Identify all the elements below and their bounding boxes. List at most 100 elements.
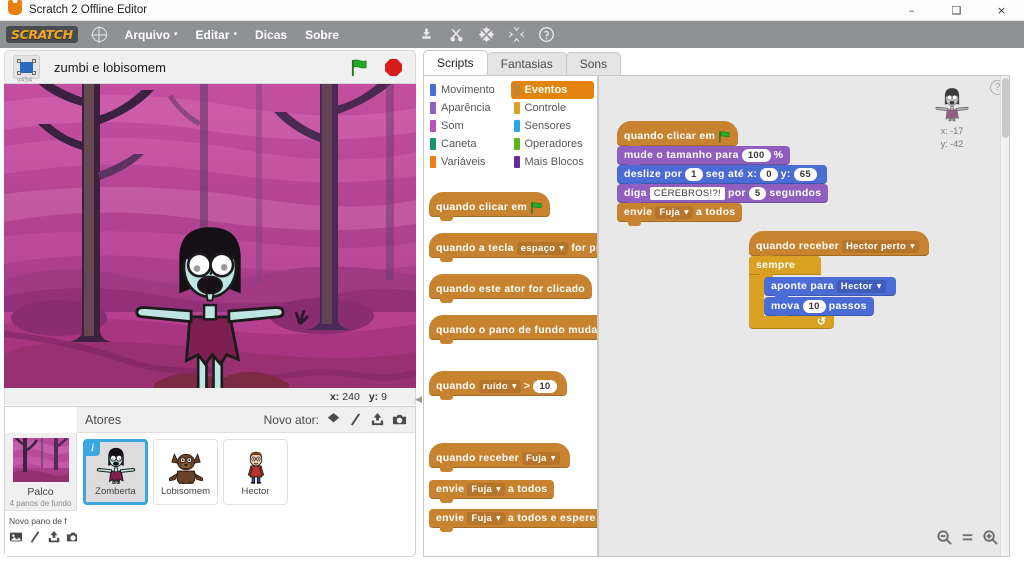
new-actor-label: Novo ator: [263, 412, 319, 427]
message-dropdown[interactable]: Hector perto ▼ [841, 240, 919, 253]
palette-block-when-flag-clicked[interactable]: quando clicar em [429, 192, 551, 221]
tab-scripts[interactable]: Scripts [423, 50, 488, 75]
say-secs-input[interactable]: 5 [748, 187, 767, 200]
sensor-dropdown[interactable]: ruído ▼ [478, 380, 521, 393]
palette-block-when-loudness-gt[interactable]: quando ruído ▼ > 10 [429, 371, 567, 400]
message-dropdown[interactable]: Fuja ▼ [467, 512, 506, 525]
tab-fantasias[interactable]: Fantasias [486, 52, 567, 75]
palette-block-when-backdrop-switches[interactable]: quando o pano de fundo mudar [429, 315, 597, 344]
palette-category-caneta[interactable]: Caneta [427, 135, 511, 153]
menu-dicas[interactable]: Dicas [255, 28, 287, 42]
block-label: passos [828, 300, 867, 312]
picture-icon[interactable] [9, 530, 23, 549]
script-stack-receive[interactable]: quando receber Hector perto ▼ sempre apo… [749, 231, 1009, 329]
palette-category-movimento[interactable]: Movimento [427, 81, 511, 99]
stage-canvas[interactable] [4, 84, 416, 393]
maximize-button[interactable]: ❑ [934, 0, 979, 21]
cut-icon[interactable] [448, 26, 465, 43]
sprite-y-value: -42 [950, 139, 964, 149]
key-dropdown[interactable]: espaço ▼ [516, 242, 569, 255]
scrollbar-thumb[interactable] [1002, 78, 1009, 138]
palette-category-sensores[interactable]: Sensores [511, 117, 595, 135]
sprite-y-readout: y: -42 [941, 139, 964, 150]
block-set-size-to[interactable]: mude o tamanho para 100 % [617, 146, 791, 169]
palette-block-when-key-pressed[interactable]: quando a tecla espaço ▼ for pres [429, 233, 597, 262]
glide-secs-input[interactable]: 1 [685, 168, 703, 181]
shrink-icon[interactable] [508, 26, 525, 43]
zoom-in-icon[interactable] [982, 529, 999, 546]
duplicate-icon[interactable] [418, 26, 435, 43]
palette-block-when-receive[interactable]: quando receber Fuja ▼ [429, 443, 570, 472]
script-stack-flag[interactable]: quando clicar em mude o tamanho para 100… [617, 121, 829, 226]
c-block-arm [749, 275, 764, 316]
block-point-towards[interactable]: aponte para Hector ▼ [763, 277, 896, 300]
say-text-input[interactable]: CÉREBROS!?! [649, 187, 725, 200]
palette-block-when-sprite-clicked[interactable]: quando este ator for clicado [429, 274, 593, 303]
block-forever[interactable]: sempre aponte para Hector ▼ mova 10 pass… [749, 255, 1009, 329]
palette-block-broadcast-and-wait[interactable]: envie Fuja ▼ a todos e espere [429, 509, 597, 532]
glide-y-input[interactable]: 65 [793, 168, 817, 181]
paint-icon[interactable] [326, 412, 341, 427]
palette-category-eventos[interactable]: Eventos [510, 81, 594, 99]
block-label: seg até x: [705, 168, 758, 180]
sprite-card-lobisomem[interactable]: Lobisomem [153, 439, 218, 505]
stop-icon[interactable] [385, 59, 402, 76]
palette-category-aparencia[interactable]: Aparência [427, 99, 511, 117]
palette-category-som[interactable]: Som [427, 117, 511, 135]
tab-sons[interactable]: Sons [565, 52, 622, 75]
sprite-card-zomberta[interactable]: i Zomberta [83, 439, 148, 505]
zoom-reset-icon[interactable] [959, 529, 976, 546]
sprite-info-badge[interactable]: i [85, 441, 100, 456]
sprite-y-label: y: [940, 139, 948, 149]
upload-icon[interactable] [47, 530, 61, 549]
block-move-steps[interactable]: mova 10 passos [763, 297, 874, 320]
paint-icon[interactable] [28, 530, 42, 549]
grow-icon[interactable] [478, 26, 495, 43]
category-label: Variáveis [441, 156, 486, 168]
menu-editar[interactable]: Editar ▾ [196, 28, 238, 42]
block-glide-to-xy[interactable]: deslize por 1 seg até x: 0 y: 65 [617, 165, 827, 188]
message-dropdown[interactable]: Fuja ▼ [467, 483, 506, 496]
palette-category-variaveis[interactable]: Variáveis [427, 153, 511, 171]
message-dropdown[interactable]: Fuja ▼ [521, 452, 560, 465]
scripts-workspace[interactable]: ? x: -17 y: -42 quando clicar em mude o … [598, 75, 1010, 557]
globe-icon[interactable] [91, 27, 107, 42]
glide-x-input[interactable]: 0 [760, 168, 778, 181]
camera-icon[interactable] [392, 412, 407, 427]
forever-header[interactable]: sempre [749, 256, 821, 279]
block-broadcast[interactable]: envie Fuja ▼ a todos [617, 203, 743, 226]
message-dropdown[interactable]: Fuja ▼ [655, 206, 694, 219]
chevron-down-icon: ▼ [876, 283, 882, 290]
target-dropdown[interactable]: Hector ▼ [836, 280, 886, 293]
menu-sobre[interactable]: Sobre [305, 28, 339, 42]
help-icon[interactable] [538, 26, 555, 43]
close-button[interactable]: × [979, 0, 1024, 21]
sprite-card-hector[interactable]: Hector [223, 439, 288, 505]
threshold-input[interactable]: 10 [533, 380, 557, 393]
pane-collapse-arrow[interactable]: ◀ [415, 393, 422, 405]
block-when-flag-clicked[interactable]: quando clicar em [617, 121, 739, 150]
menu-arquivo[interactable]: Arquivo ▾ [125, 28, 178, 42]
green-flag-icon[interactable] [350, 59, 369, 77]
sprite-name-label: Hector [241, 486, 270, 497]
size-input[interactable]: 100 [741, 149, 771, 162]
surprise-icon[interactable] [348, 412, 363, 427]
fullscreen-icon[interactable] [13, 55, 40, 79]
forever-footer: ↺ [749, 316, 834, 329]
stage-header: v454 zumbi e lobisomem [4, 50, 416, 84]
steps-input[interactable]: 10 [802, 300, 826, 313]
scratch-logo[interactable]: SCRATCH [6, 26, 78, 43]
palette-block-broadcast[interactable]: envie Fuja ▼ a todos [429, 480, 555, 503]
minimize-button[interactable]: – [889, 0, 934, 21]
block-say-for-secs[interactable]: diga CÉREBROS!?! por 5 segundos [617, 184, 829, 207]
zoom-out-icon[interactable] [936, 529, 953, 546]
palette-category-operadores[interactable]: Operadores [511, 135, 595, 153]
mouse-y-label: y: [368, 390, 379, 403]
block-when-receive[interactable]: quando receber Hector perto ▼ [749, 231, 929, 260]
sprite-thumbnail [933, 82, 971, 124]
palette-category-controle[interactable]: Controle [511, 99, 595, 117]
workspace-scrollbar[interactable] [1000, 76, 1009, 556]
block-label: y: [780, 168, 791, 180]
palette-category-mais-blocos[interactable]: Mais Blocos [511, 153, 595, 171]
upload-icon[interactable] [370, 412, 385, 427]
